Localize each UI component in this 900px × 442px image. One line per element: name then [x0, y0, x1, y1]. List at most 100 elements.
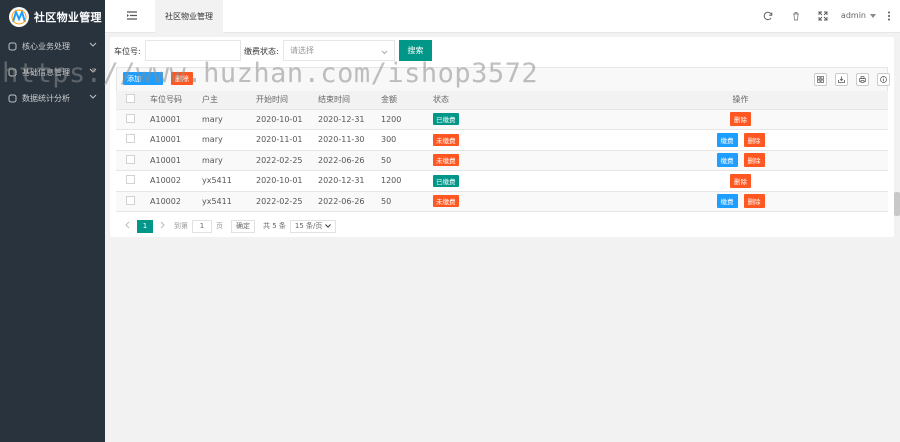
sidebar-item-core-business[interactable]: 核心业务处理 — [0, 33, 105, 59]
delete-button[interactable]: 删除 — [743, 132, 765, 147]
row-checkbox[interactable] — [126, 195, 135, 205]
table-row: A10002 yx5411 2022-02-25 2022-06-26 50 未缴费 缴费删… — [116, 191, 888, 212]
row-select-cell[interactable] — [116, 150, 146, 171]
chevron-down-icon — [325, 222, 332, 230]
sidebar-item-basic-info[interactable]: 基础信息管理 — [0, 59, 105, 85]
info-icon[interactable] — [877, 73, 890, 86]
cell-plate: A10001 — [146, 109, 198, 130]
select-all-cell[interactable] — [116, 91, 146, 110]
chevron-down-icon — [89, 67, 97, 76]
table-body: A10001 mary 2020-10-01 2020-12-31 1200 已缴费 删除 A… — [116, 109, 888, 212]
top-header: 社区物业管理 admin — [105, 0, 900, 33]
logo-icon — [9, 6, 29, 27]
row-checkbox[interactable] — [126, 134, 135, 144]
cell-status: 已缴费 — [429, 170, 593, 192]
page-unit-label: 页 — [216, 222, 223, 230]
row-select-cell[interactable] — [116, 129, 146, 151]
status-badge: 未缴费 — [433, 154, 459, 167]
row-checkbox[interactable] — [126, 175, 135, 185]
table-row: A10001 mary 2020-10-01 2020-12-31 1200 已缴费 删除 — [116, 109, 888, 130]
delete-button[interactable]: 删除 — [743, 153, 765, 168]
status-select-value: 请选择 — [290, 46, 314, 55]
cell-actions: 删除 — [593, 109, 888, 130]
col-header-actions: 操作 — [593, 91, 888, 110]
delete-button[interactable]: 删除 — [743, 194, 765, 209]
add-button[interactable]: 添加 — [123, 72, 163, 85]
cell-amount: 1200 — [377, 170, 429, 192]
goto-confirm-button[interactable]: 确定 — [231, 219, 255, 233]
logo[interactable]: 社区物业管理 — [0, 0, 105, 33]
tab-label: 社区物业管理 — [165, 12, 213, 21]
scroll-handle[interactable] — [894, 192, 900, 216]
row-checkbox[interactable] — [126, 113, 135, 123]
chevron-down-icon — [89, 93, 97, 102]
delete-button[interactable]: 删除 — [730, 173, 751, 188]
more-options-icon[interactable] — [887, 11, 891, 23]
status-badge: 未缴费 — [433, 133, 459, 146]
goto-label: 到第 — [174, 222, 188, 230]
sidebar-item-statistics[interactable]: 数据统计分析 — [0, 85, 105, 111]
cell-end: 2020-12-31 — [314, 109, 377, 130]
status-badge: 已缴费 — [433, 174, 459, 187]
select-all-checkbox[interactable] — [126, 94, 135, 104]
table-toolbar: 添加 删除 — [116, 67, 890, 91]
batch-delete-button[interactable]: 删除 — [171, 72, 193, 85]
tab-community-property[interactable]: 社区物业管理 — [155, 0, 223, 33]
status-label: 缴费状态: — [244, 47, 279, 56]
col-header-start[interactable]: 开始时间 — [252, 91, 314, 110]
cell-plate: A10001 — [146, 150, 198, 171]
app-title: 社区物业管理 — [34, 10, 102, 24]
cell-owner: mary — [198, 109, 252, 130]
user-menu[interactable]: admin — [841, 11, 876, 20]
export-icon[interactable] — [835, 73, 848, 86]
row-select-cell[interactable] — [116, 170, 146, 192]
cell-end: 2020-12-31 — [314, 170, 377, 192]
sidebar-item-label: 核心业务处理 — [22, 41, 70, 51]
status-select[interactable]: 请选择 — [283, 40, 395, 61]
cell-plate: A10002 — [146, 191, 198, 212]
row-select-cell[interactable] — [116, 191, 146, 212]
refresh-icon[interactable] — [763, 11, 773, 23]
search-button[interactable]: 搜索 — [399, 40, 432, 61]
delete-button[interactable]: 删除 — [730, 112, 751, 127]
col-header-owner[interactable]: 户主 — [198, 91, 252, 110]
col-header-plate[interactable]: 车位号码 — [146, 91, 198, 110]
trash-icon[interactable] — [791, 11, 801, 23]
menu-toggle-icon[interactable] — [127, 11, 137, 22]
col-header-end[interactable]: 结束时间 — [314, 91, 377, 110]
prev-page-icon[interactable] — [124, 221, 130, 231]
col-header-amount[interactable]: 金额 — [377, 91, 429, 110]
col-header-status[interactable]: 状态 — [429, 91, 593, 110]
pay-button[interactable]: 缴费 — [716, 132, 738, 147]
cell-start: 2022-02-25 — [252, 150, 314, 171]
row-checkbox[interactable] — [126, 154, 135, 164]
chevron-down-icon — [89, 41, 97, 50]
fullscreen-icon[interactable] — [818, 11, 828, 23]
cell-actions: 缴费 删除 — [593, 191, 888, 212]
plate-input[interactable] — [145, 40, 241, 61]
cell-amount: 50 — [377, 191, 429, 212]
cell-status: 未缴费 — [429, 129, 593, 151]
cell-status: 未缴费 — [429, 150, 593, 171]
print-icon[interactable] — [856, 73, 869, 86]
cell-plate: A10001 — [146, 129, 198, 151]
columns-icon[interactable] — [814, 73, 827, 86]
cell-start: 2020-10-01 — [252, 170, 314, 192]
status-badge: 未缴费 — [433, 195, 459, 208]
next-page-icon[interactable] — [160, 221, 166, 231]
cell-status: 未缴费 — [429, 191, 593, 212]
pay-button[interactable]: 缴费 — [716, 194, 738, 209]
row-select-cell[interactable] — [116, 109, 146, 130]
cell-status: 已缴费 — [429, 109, 593, 130]
cell-owner: mary — [198, 150, 252, 171]
per-page-select[interactable]: 15 条/页 — [289, 219, 337, 233]
goto-page-input[interactable]: 1 — [192, 219, 212, 233]
payment-table: 车位号码 户主 开始时间 结束时间 金额 状态 操作 A10001 mary 202… — [116, 91, 888, 212]
cell-amount: 300 — [377, 129, 429, 151]
cell-start: 2020-10-01 — [252, 109, 314, 130]
cell-actions: 缴费 删除 — [593, 129, 888, 151]
table-header-row: 车位号码 户主 开始时间 结束时间 金额 状态 操作 — [116, 91, 888, 110]
cell-end: 2020-11-30 — [314, 129, 377, 151]
pay-button[interactable]: 缴费 — [716, 153, 738, 168]
page-current[interactable]: 1 — [137, 219, 153, 233]
